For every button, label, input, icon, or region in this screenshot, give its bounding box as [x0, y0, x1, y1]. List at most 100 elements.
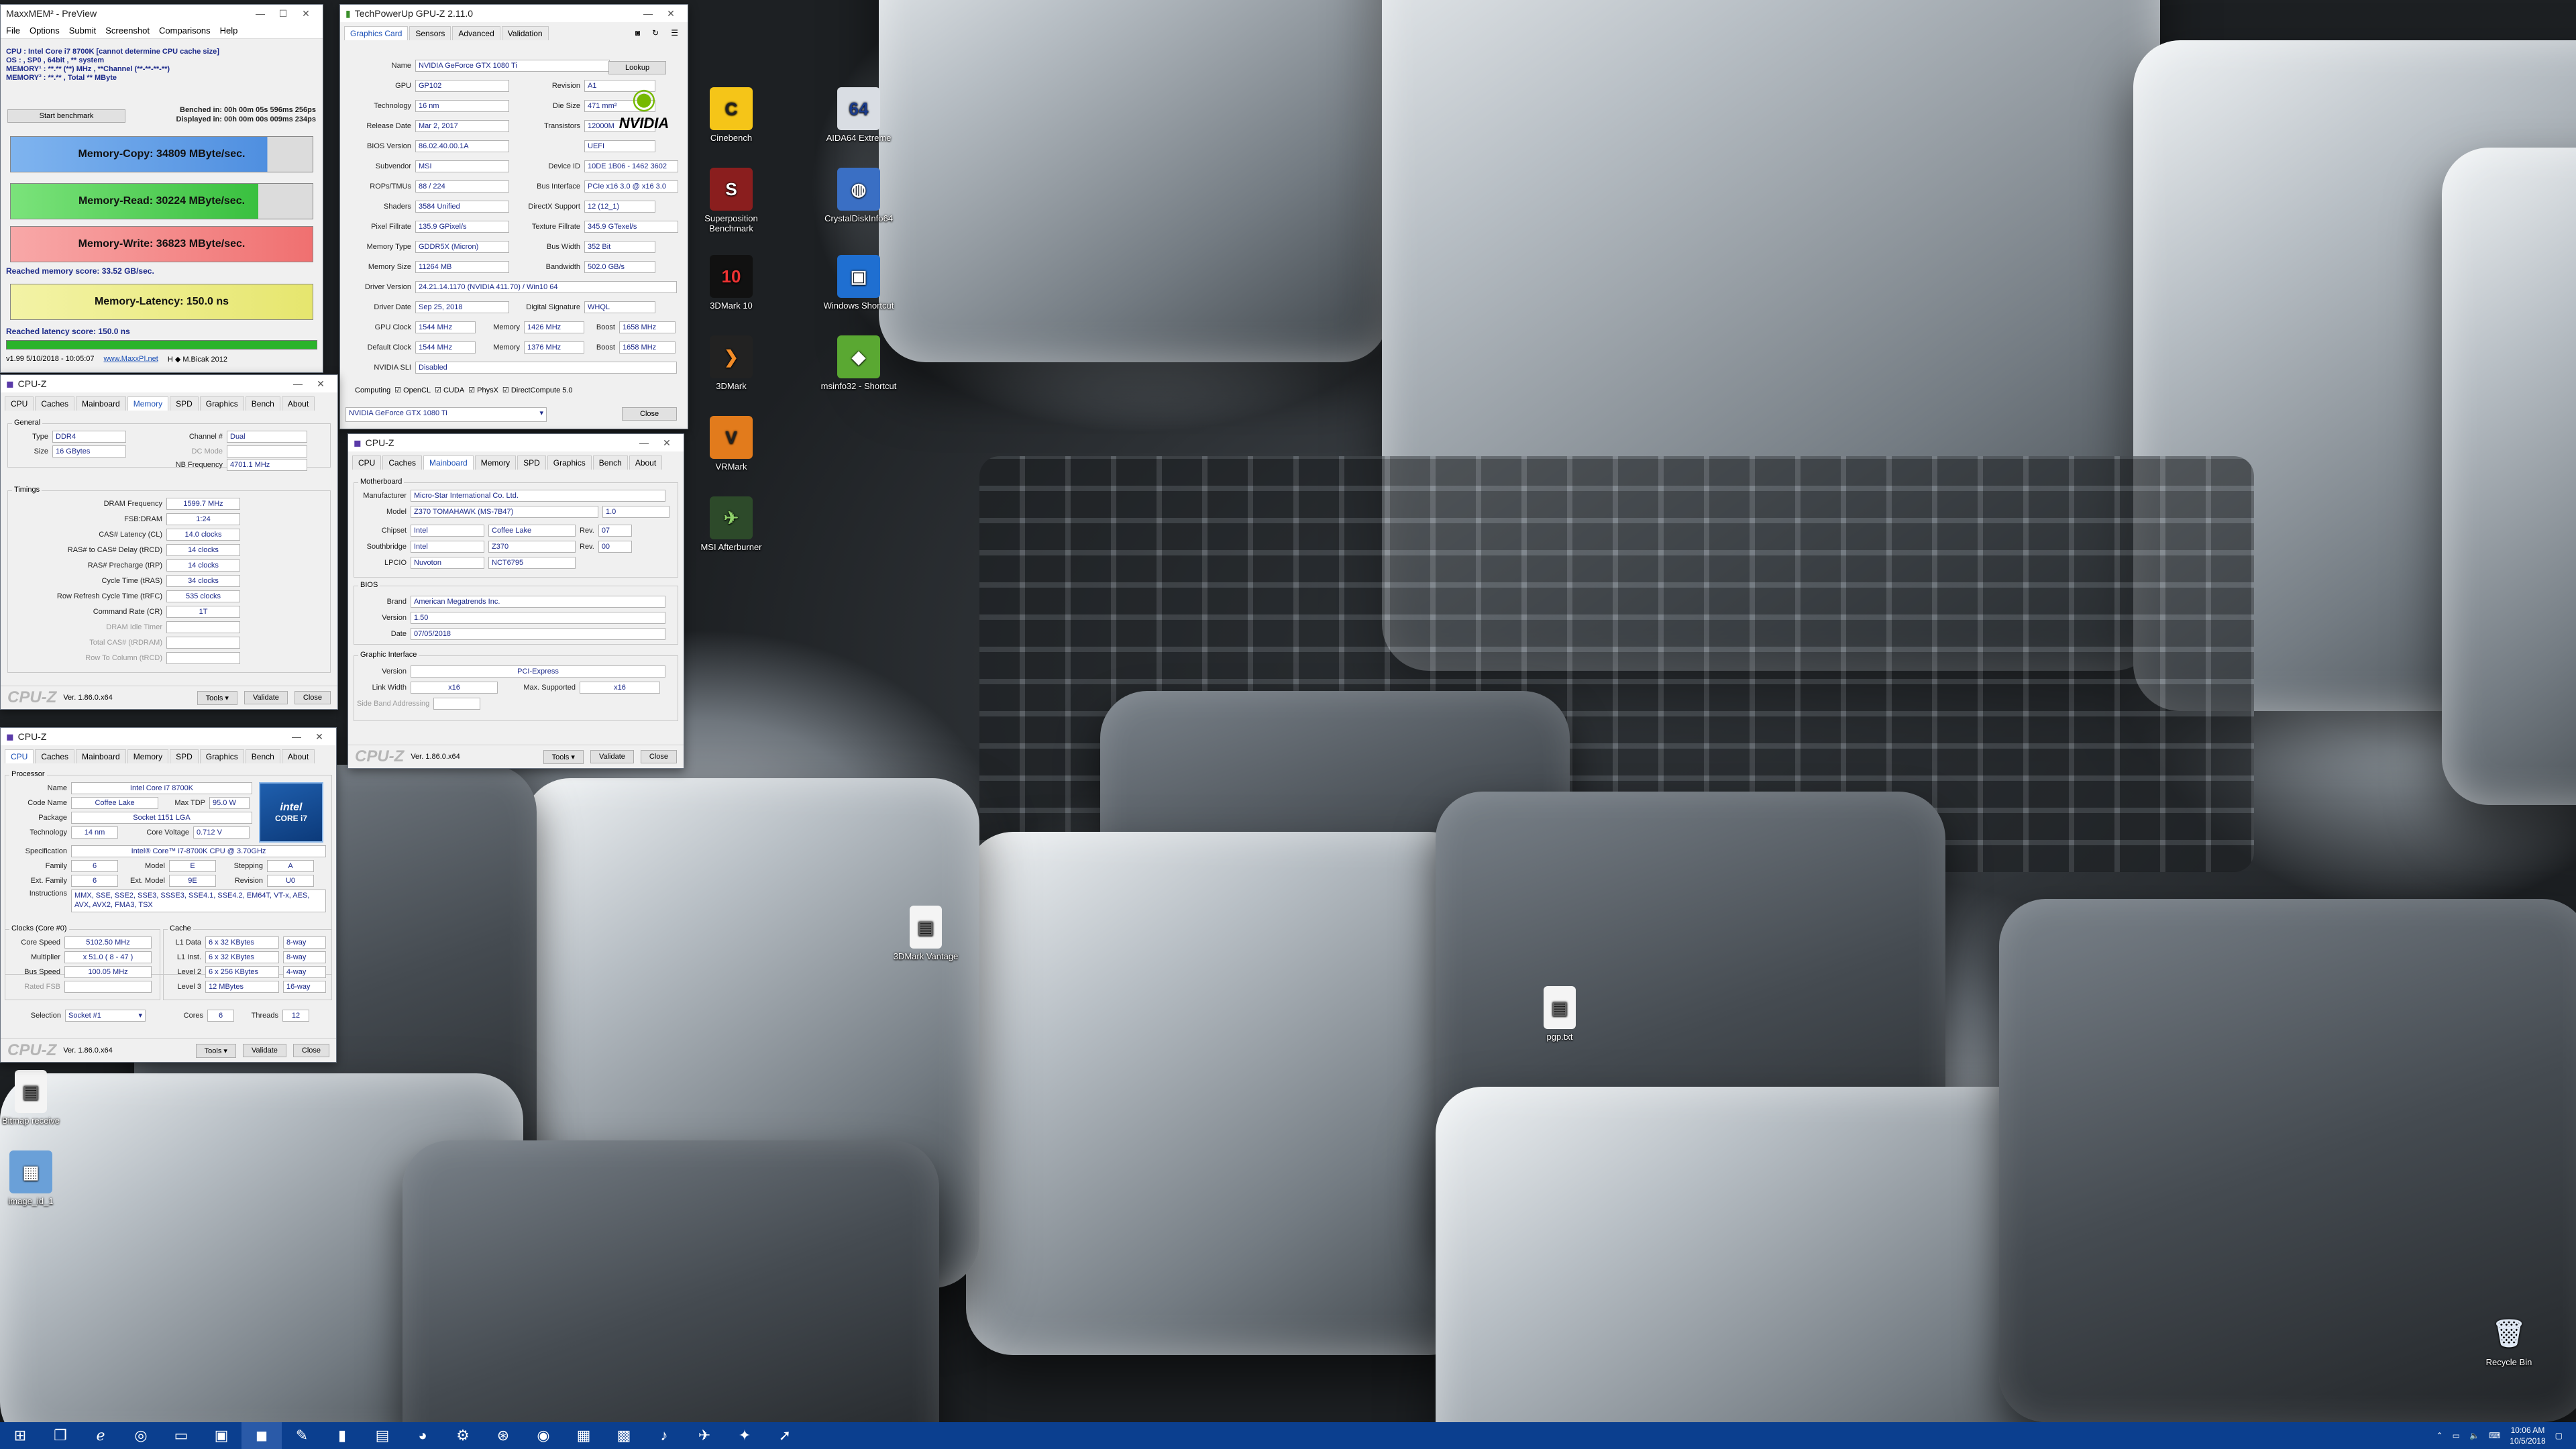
desktop-icon-aida64[interactable]: 64 AIDA64 Extreme — [818, 87, 899, 143]
tab-about[interactable]: About — [281, 396, 315, 411]
tab-caches[interactable]: Caches — [35, 396, 75, 411]
tab-caches[interactable]: Caches — [382, 455, 423, 470]
close-button[interactable]: Close — [640, 750, 677, 763]
gpuz-titlebar[interactable]: ▮ TechPowerUp GPU-Z 2.11.0— ✕ — [340, 5, 688, 22]
maxxmem-titlebar[interactable]: MaxxMEM² - PreView — ☐ ✕ — [1, 5, 323, 22]
lookup-button[interactable]: Lookup — [608, 61, 667, 74]
network-icon[interactable]: ▭ — [2453, 1431, 2460, 1440]
directcompute-checkbox[interactable]: ☑ DirectCompute 5.0 — [502, 386, 573, 394]
tab-bench[interactable]: Bench — [245, 396, 280, 411]
minimize-icon[interactable]: — — [637, 8, 659, 19]
desktop-icon-msinfo[interactable]: ◆ msinfo32 - Shortcut — [818, 335, 899, 391]
tab-bench[interactable]: Bench — [592, 455, 628, 470]
tab-advanced[interactable]: Advanced — [452, 26, 500, 40]
tools-button[interactable]: Tools ▾ — [195, 1043, 236, 1058]
desktop-icon-pgp[interactable]: ▤ pgp.txt — [1519, 986, 1600, 1042]
cpuz-cpu-titlebar[interactable]: ◼ CPU-Z — ✕ — [1, 728, 336, 745]
validate-button[interactable]: Validate — [242, 1044, 286, 1057]
tab-mainboard[interactable]: Mainboard — [423, 455, 474, 470]
cpuz-mainboard-titlebar[interactable]: ◼ CPU-Z — ✕ — [348, 434, 684, 451]
tab-memory[interactable]: Memory — [127, 396, 169, 411]
file-explorer-icon[interactable]: ▭ — [161, 1422, 201, 1449]
cuda-checkbox[interactable]: ☑ CUDA — [435, 386, 464, 394]
afterburner-taskbar-icon[interactable]: ✈ — [684, 1422, 724, 1449]
desktop-icon-cinebench[interactable]: C Cinebench — [691, 87, 771, 143]
opencl-checkbox[interactable]: ☑ OpenCL — [394, 386, 431, 394]
menu-help[interactable]: Help — [220, 25, 238, 36]
site-link[interactable]: www.MaxxPI.net — [104, 355, 158, 364]
taskbar-app-icon[interactable]: ✎ — [282, 1422, 322, 1449]
taskbar-app-icon[interactable]: ➚ — [765, 1422, 805, 1449]
maximize-icon[interactable]: ☐ — [272, 8, 294, 19]
tab-spd[interactable]: SPD — [170, 749, 199, 763]
desktop-icon-3dmark10[interactable]: 10 3DMark 10 — [691, 255, 771, 311]
tab-validation[interactable]: Validation — [501, 26, 549, 40]
desktop-icon-crystaldiskinfo[interactable]: ◍ CrystalDiskInfo64 — [818, 168, 899, 223]
gpuz-taskbar-icon[interactable]: ▮ — [322, 1422, 362, 1449]
menu-file[interactable]: File — [6, 25, 20, 36]
windows-start-icon[interactable]: ⊞ — [0, 1422, 40, 1449]
tab-graphics[interactable]: Graphics — [547, 455, 592, 470]
tools-button[interactable]: Tools ▾ — [543, 749, 584, 764]
close-button[interactable]: Close — [292, 1044, 329, 1057]
tab-about[interactable]: About — [629, 455, 663, 470]
close-icon[interactable]: ✕ — [294, 8, 317, 19]
menu-comparisons[interactable]: Comparisons — [159, 25, 211, 36]
tab-graphics[interactable]: Graphics — [199, 396, 244, 411]
validate-button[interactable]: Validate — [244, 691, 288, 704]
gpu-select[interactable]: NVIDIA GeForce GTX 1080 Ti ▾ — [345, 407, 547, 422]
cpuz-taskbar-icon[interactable]: ◼ — [241, 1422, 282, 1449]
tab-spd[interactable]: SPD — [170, 396, 199, 411]
close-button[interactable]: Close — [622, 407, 678, 421]
taskbar-app-icon[interactable]: ▦ — [564, 1422, 604, 1449]
refresh-icon[interactable]: ↻ — [647, 26, 664, 40]
taskbar-app-icon[interactable]: ◉ — [523, 1422, 564, 1449]
minimize-icon[interactable]: — — [249, 8, 272, 19]
desktop-icon-3dmark-vantage[interactable]: ▤ 3DMark Vantage — [885, 906, 966, 961]
desktop-icon-bitmap[interactable]: ▤ Bitmap receive — [0, 1070, 71, 1126]
tab-bench[interactable]: Bench — [245, 749, 280, 763]
cpuz-memory-titlebar[interactable]: ◼ CPU-Z — ✕ — [1, 375, 337, 392]
taskbar-app-icon[interactable]: ◕ — [402, 1422, 443, 1449]
tab-cpu[interactable]: CPU — [5, 749, 34, 763]
desktop-icon-recycle-bin[interactable]: 🗑 Recycle Bin — [2469, 1311, 2549, 1368]
physx-checkbox[interactable]: ☑ PhysX — [468, 386, 498, 394]
taskbar-app-icon[interactable]: ▣ — [201, 1422, 241, 1449]
desktop-icon-superposition[interactable]: S Superposition Benchmark — [691, 168, 771, 233]
menu-submit[interactable]: Submit — [69, 25, 96, 36]
camera-icon[interactable]: ◙ — [630, 26, 645, 40]
taskbar-clock[interactable]: 10:06 AM 10/5/2018 — [2510, 1425, 2545, 1446]
validate-button[interactable]: Validate — [590, 750, 634, 763]
taskbar-app-icon[interactable]: ▤ — [362, 1422, 402, 1449]
desktop-icon-3dmark[interactable]: ❯ 3DMark — [691, 335, 771, 391]
minimize-icon[interactable]: — — [286, 378, 309, 389]
tools-button[interactable]: Tools ▾ — [197, 690, 237, 705]
close-icon[interactable]: ✕ — [308, 731, 331, 743]
menu-icon[interactable]: ☰ — [665, 26, 684, 40]
tab-spd[interactable]: SPD — [517, 455, 546, 470]
desktop-icon-afterburner[interactable]: ✈ MSI Afterburner — [691, 496, 771, 552]
tab-sensors[interactable]: Sensors — [409, 26, 451, 40]
tab-memory[interactable]: Memory — [474, 455, 517, 470]
socket-select[interactable]: Socket #1 ▾ — [65, 1010, 146, 1022]
minimize-icon[interactable]: — — [285, 731, 308, 742]
close-icon[interactable]: ✕ — [659, 8, 682, 19]
tab-graphics[interactable]: Graphics — [199, 749, 244, 763]
keyboard-icon[interactable]: ⌨ — [2489, 1431, 2500, 1440]
taskbar-app-icon[interactable]: ▩ — [604, 1422, 644, 1449]
notification-chevron-icon[interactable]: ⌃ — [2436, 1431, 2443, 1440]
edge-browser-icon[interactable]: ℯ — [80, 1422, 121, 1449]
taskbar-app-icon[interactable]: ♪ — [644, 1422, 684, 1449]
volume-icon[interactable]: 🔈 — [2469, 1431, 2479, 1440]
desktop-icon-image[interactable]: ▦ image_id_1 — [0, 1150, 71, 1206]
tab-about[interactable]: About — [281, 749, 315, 763]
tab-cpu[interactable]: CPU — [5, 396, 34, 411]
tab-mainboard[interactable]: Mainboard — [76, 396, 126, 411]
taskbar-app-icon[interactable]: ✦ — [724, 1422, 765, 1449]
steam-icon[interactable]: ⊛ — [483, 1422, 523, 1449]
action-center-icon[interactable]: ▢ — [2555, 1431, 2563, 1440]
settings-gear-icon[interactable]: ⚙ — [443, 1422, 483, 1449]
start-benchmark-button[interactable]: Start benchmark — [7, 109, 125, 123]
close-button[interactable]: Close — [294, 691, 331, 704]
menu-options[interactable]: Options — [30, 25, 60, 36]
